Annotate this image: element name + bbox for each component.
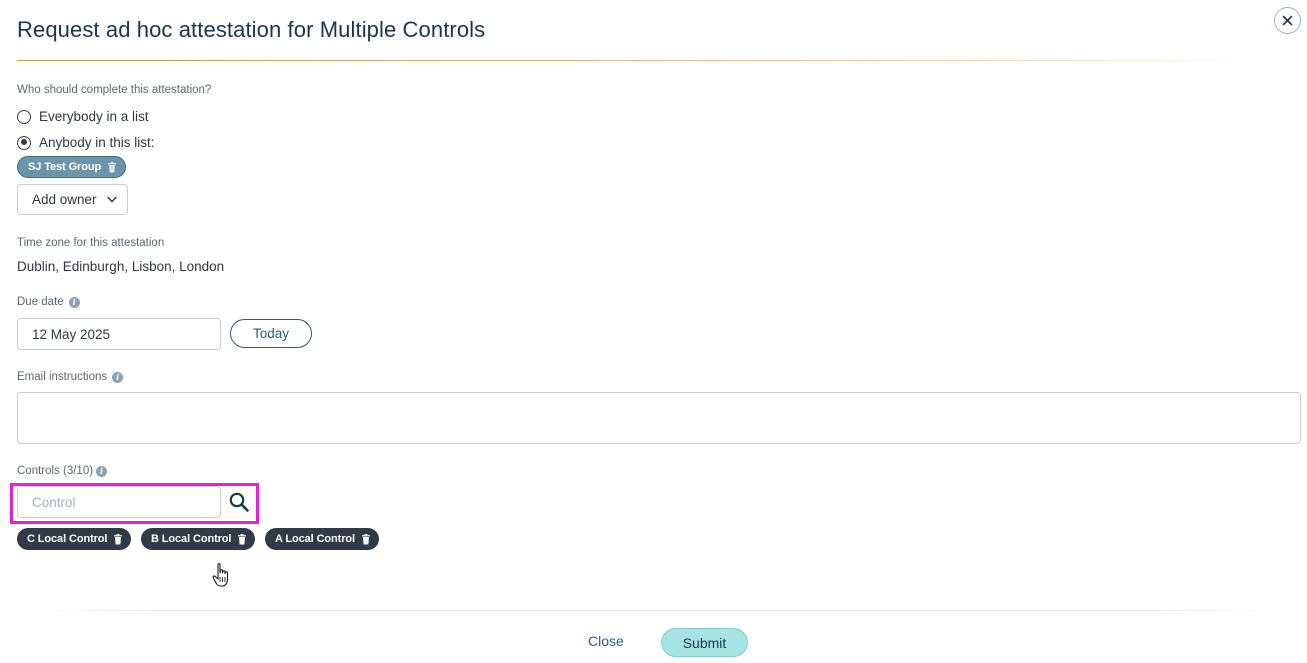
control-chip: C Local Control bbox=[17, 528, 132, 550]
group-chip-label: SJ Test Group bbox=[28, 161, 102, 173]
control-chip: B Local Control bbox=[141, 528, 256, 550]
close-icon bbox=[1282, 15, 1293, 26]
due-date-label-text: Due date bbox=[17, 296, 64, 308]
email-instructions-field[interactable] bbox=[17, 392, 1301, 444]
trash-icon[interactable] bbox=[237, 533, 247, 545]
trash-icon[interactable] bbox=[107, 161, 117, 173]
control-chip-label: B Local Control bbox=[151, 533, 232, 545]
radio-anybody[interactable]: Anybody in this list: bbox=[17, 135, 155, 150]
timezone-label: Time zone for this attestation bbox=[17, 237, 164, 249]
radio-anybody-circle[interactable] bbox=[17, 135, 31, 150]
dialog-title: Request ad hoc attestation for Multiple … bbox=[17, 17, 486, 42]
info-icon[interactable]: i bbox=[68, 296, 80, 308]
trash-icon[interactable] bbox=[361, 533, 371, 545]
assignee-question-text: Who should complete this attestation? bbox=[17, 84, 212, 96]
today-button[interactable]: Today bbox=[230, 319, 312, 348]
radio-everybody-circle[interactable] bbox=[17, 109, 31, 124]
email-instructions-label-text: Email instructions bbox=[17, 371, 108, 383]
group-chip: SJ Test Group bbox=[17, 156, 127, 178]
title-divider bbox=[17, 60, 1257, 61]
search-icon[interactable] bbox=[228, 491, 250, 513]
submit-button[interactable]: Submit bbox=[661, 628, 748, 657]
controls-label-text: Controls (3/10) bbox=[17, 465, 94, 477]
add-owner-label: Add owner bbox=[32, 192, 97, 207]
radio-everybody[interactable]: Everybody in a list bbox=[17, 109, 149, 124]
radio-everybody-label: Everybody in a list bbox=[39, 109, 149, 124]
email-instructions-textarea[interactable] bbox=[32, 393, 1300, 443]
controls-label: Controls (3/10) i bbox=[17, 465, 108, 477]
control-chip-label: C Local Control bbox=[27, 533, 108, 545]
control-search-field[interactable] bbox=[17, 486, 221, 518]
info-icon[interactable]: i bbox=[96, 465, 108, 477]
hand-cursor-icon bbox=[212, 563, 229, 587]
trash-icon[interactable] bbox=[113, 533, 123, 545]
timezone-label-text: Time zone for this attestation bbox=[17, 237, 165, 249]
add-owner-select[interactable]: Add owner bbox=[17, 184, 128, 215]
email-instructions-label: Email instructions i bbox=[17, 371, 124, 383]
radio-anybody-label: Anybody in this list: bbox=[39, 135, 155, 150]
assignee-question: Who should complete this attestation? bbox=[17, 84, 211, 96]
chevron-down-icon bbox=[106, 196, 117, 203]
close-button[interactable]: Close bbox=[588, 633, 624, 649]
control-chip: A Local Control bbox=[265, 528, 379, 550]
due-date-input[interactable] bbox=[32, 326, 220, 342]
control-search-input[interactable] bbox=[32, 494, 220, 510]
info-icon[interactable]: i bbox=[112, 371, 124, 383]
due-date-field[interactable] bbox=[17, 318, 221, 350]
timezone-value: Dublin, Edinburgh, Lisbon, London bbox=[17, 259, 225, 274]
footer-divider bbox=[40, 610, 1270, 611]
control-chip-label: A Local Control bbox=[275, 533, 355, 545]
close-dialog-button[interactable] bbox=[1274, 7, 1301, 34]
due-date-label: Due date i bbox=[17, 296, 80, 308]
